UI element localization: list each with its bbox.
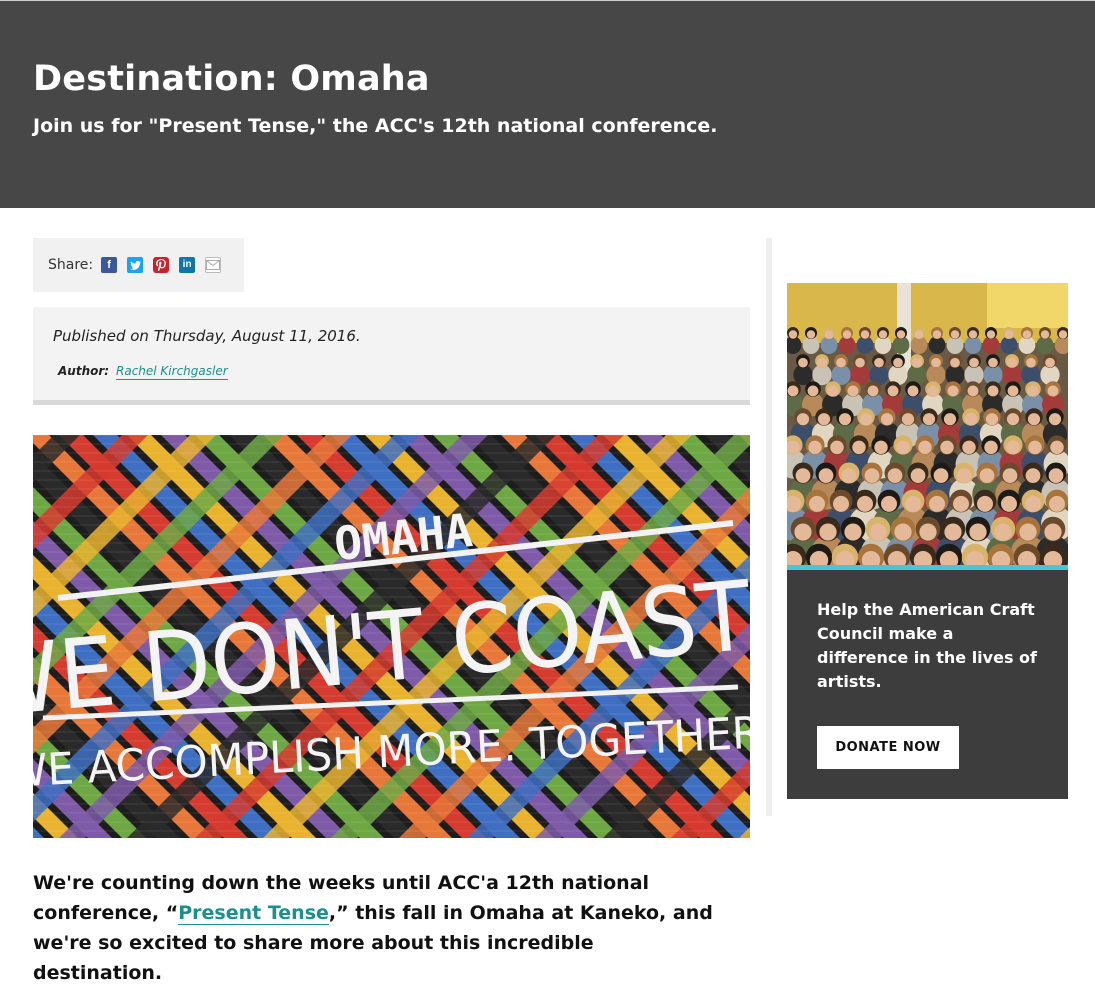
article-image: OMAHA WE DON'T COAST WE ACCOMPLISH MORE.… bbox=[33, 435, 750, 838]
author-link[interactable]: Rachel Kirchgasler bbox=[116, 364, 228, 380]
facebook-icon[interactable]: f bbox=[101, 257, 118, 273]
page-title: Destination: Omaha bbox=[33, 59, 430, 99]
email-icon[interactable] bbox=[205, 257, 222, 273]
share-label: Share: bbox=[48, 257, 94, 273]
author-label: Author: bbox=[58, 364, 110, 378]
linkedin-icon[interactable]: in bbox=[179, 257, 196, 273]
page-subtitle: Join us for "Present Tense," the ACC's 1… bbox=[33, 115, 718, 137]
crowd-image bbox=[787, 283, 1068, 565]
donate-button[interactable]: DONATE NOW bbox=[817, 726, 959, 769]
article-meta: Published on Thursday, August 11, 2016. … bbox=[33, 307, 750, 405]
present-tense-link[interactable]: Present Tense bbox=[178, 902, 329, 925]
audience-photo bbox=[787, 283, 1068, 565]
article-paragraph: We're counting down the weeks until ACC'… bbox=[33, 868, 723, 988]
promo-box: Help the American Craft Council make a d… bbox=[787, 570, 1068, 799]
page-header: Destination: Omaha Join us for "Present … bbox=[0, 0, 1095, 208]
promo-text: Help the American Craft Council make a d… bbox=[817, 600, 1037, 691]
twitter-icon[interactable] bbox=[127, 257, 144, 273]
mural-image: OMAHA WE DON'T COAST WE ACCOMPLISH MORE.… bbox=[33, 435, 750, 838]
share-bar: Share: f in bbox=[33, 238, 244, 292]
published-date: Published on Thursday, August 11, 2016. bbox=[53, 327, 361, 345]
pinterest-icon[interactable] bbox=[153, 257, 170, 273]
column-divider bbox=[766, 238, 772, 816]
donate-promo: Help the American Craft Council make a d… bbox=[787, 283, 1068, 799]
